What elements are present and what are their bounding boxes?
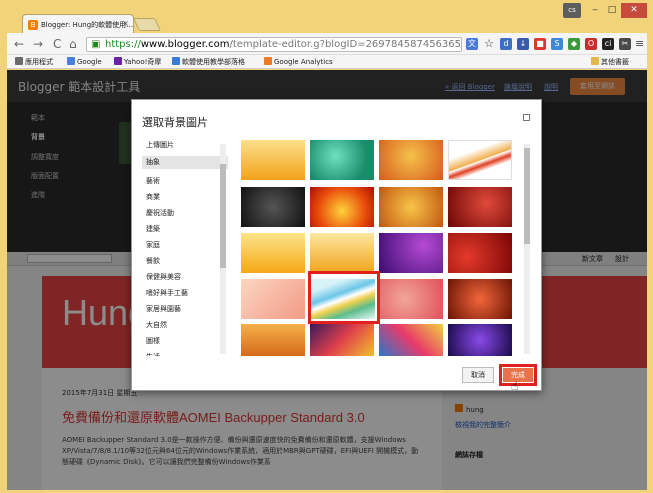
- background-thumbnail[interactable]: [310, 324, 374, 356]
- url-path: /template-editor.g?blogID=26978458745636…: [229, 39, 462, 50]
- background-thumbnail[interactable]: [448, 187, 512, 227]
- analytics-icon: [264, 57, 272, 65]
- category-health[interactable]: 保健與美容: [146, 272, 181, 282]
- extension-green-icon[interactable]: ◆: [568, 38, 580, 50]
- background-thumbnail[interactable]: [379, 140, 443, 180]
- dialog-title: 選取背景圖片: [142, 116, 208, 129]
- lock-icon: ▣: [91, 39, 101, 50]
- category-nature[interactable]: 大自然: [146, 320, 167, 330]
- background-thumbnail[interactable]: [241, 233, 305, 273]
- extension-red-icon[interactable]: ■: [534, 38, 546, 50]
- apps-icon: [15, 57, 23, 65]
- category-scroll-thumb[interactable]: [220, 164, 226, 268]
- user-badge[interactable]: cs: [563, 3, 581, 18]
- category-family[interactable]: 家庭: [146, 240, 160, 250]
- category-abstract[interactable]: 抽象: [142, 156, 228, 169]
- category-life[interactable]: 生活: [146, 352, 160, 356]
- bookmark-analytics[interactable]: Google Analytics: [264, 57, 333, 66]
- background-thumbnail[interactable]: [241, 324, 305, 356]
- menu-icon[interactable]: ≡: [635, 38, 644, 50]
- mouse-cursor-icon: ☝: [511, 379, 519, 393]
- category-upload[interactable]: 上傳圖片: [146, 140, 174, 150]
- extension-sync-icon[interactable]: S: [551, 38, 563, 50]
- image-grid-scroll-thumb[interactable]: [524, 148, 530, 244]
- background-thumbnail[interactable]: [310, 233, 374, 273]
- bookmark-google[interactable]: Google: [67, 57, 102, 66]
- url-host: www.blogger.com: [140, 39, 230, 50]
- bookmarks-bar: 應用程式 Google Yahoo!奇摩 軟體使用教學部落格 Google An…: [7, 55, 647, 69]
- cancel-button[interactable]: 取消: [462, 367, 494, 383]
- browser-tab[interactable]: B Blogger: Hung的軟體使用… ×: [22, 14, 134, 34]
- selected-thumbnail-highlight: [308, 271, 380, 324]
- category-business[interactable]: 商業: [146, 192, 160, 202]
- back-icon[interactable]: ←: [14, 38, 24, 50]
- reload-icon[interactable]: C: [53, 38, 61, 50]
- background-thumbnail[interactable]: [310, 187, 374, 227]
- bookmark-label: 軟體使用教學部落格: [182, 58, 245, 66]
- home-icon[interactable]: ⌂: [69, 38, 77, 50]
- background-image-dialog: 選取背景圖片 上傳圖片 抽象 藝術 商業 慶祝活動 建築 家庭 餐飲 保健與美容…: [131, 99, 542, 391]
- minimize-icon[interactable]: ‒: [587, 3, 603, 18]
- tab-title: Blogger: Hung的軟體使用…: [41, 21, 134, 29]
- background-thumbnail[interactable]: [310, 140, 374, 180]
- category-patterns[interactable]: 圖樣: [146, 336, 160, 346]
- blogger-icon: [172, 57, 180, 65]
- yahoo-icon: [114, 57, 122, 65]
- category-home[interactable]: 家居與園藝: [146, 304, 181, 314]
- google-icon: [67, 57, 75, 65]
- background-thumbnail[interactable]: [241, 140, 305, 180]
- dialog-maximize-icon[interactable]: [523, 114, 530, 121]
- bookmark-label: Yahoo!奇摩: [124, 58, 162, 66]
- close-window-icon[interactable]: ✕: [621, 3, 647, 18]
- extension-dictionary-icon[interactable]: d: [500, 38, 512, 50]
- background-thumbnail[interactable]: [379, 187, 443, 227]
- extension-scissors-icon[interactable]: ✂: [619, 38, 631, 50]
- category-food[interactable]: 餐飲: [146, 256, 160, 266]
- forward-icon[interactable]: →: [33, 38, 43, 50]
- extension-opera-icon[interactable]: O: [585, 38, 597, 50]
- background-thumbnail[interactable]: [379, 324, 443, 356]
- category-art[interactable]: 藝術: [146, 176, 160, 186]
- blogger-favicon-icon: B: [28, 20, 38, 30]
- bookmark-yahoo[interactable]: Yahoo!奇摩: [114, 57, 161, 67]
- background-thumbnail[interactable]: [448, 140, 512, 180]
- background-thumbnail[interactable]: [379, 233, 443, 273]
- bookmark-blog[interactable]: 軟體使用教學部落格: [172, 57, 245, 67]
- category-celebration[interactable]: 慶祝活動: [146, 208, 174, 218]
- new-tab-button[interactable]: [132, 18, 162, 31]
- close-tab-icon[interactable]: ×: [122, 19, 129, 28]
- translate-icon[interactable]: 文: [466, 38, 478, 50]
- bookmark-label: 應用程式: [25, 58, 53, 66]
- category-list: 上傳圖片 抽象 藝術 商業 慶祝活動 建築 家庭 餐飲 保健與美容 嗜好與手工藝…: [142, 138, 228, 356]
- background-thumbnail[interactable]: [241, 279, 305, 319]
- address-bar[interactable]: ▣ https://www.blogger.com/template-edito…: [86, 37, 462, 52]
- background-thumbnail[interactable]: [448, 233, 512, 273]
- url-protocol: https://: [105, 39, 141, 50]
- browser-window: B Blogger: Hung的軟體使用… × cs ‒ □ ✕ ← → C ⌂…: [0, 0, 653, 493]
- category-architecture[interactable]: 建築: [146, 224, 160, 234]
- category-hobbies[interactable]: 嗜好與手工藝: [146, 288, 188, 298]
- extension-downloader-icon[interactable]: ↓: [517, 38, 529, 50]
- bookmark-label: 其他書籤: [601, 58, 629, 66]
- other-bookmarks[interactable]: 其他書籤: [591, 57, 629, 67]
- bookmark-apps[interactable]: 應用程式: [15, 57, 53, 67]
- maximize-icon[interactable]: □: [604, 3, 620, 18]
- bookmark-star-icon[interactable]: ☆: [483, 38, 495, 50]
- background-thumbnail[interactable]: [241, 187, 305, 227]
- folder-icon: [591, 57, 599, 65]
- bookmark-label: Google: [77, 58, 102, 66]
- bookmark-label: Google Analytics: [274, 58, 333, 66]
- background-thumbnail[interactable]: [448, 324, 512, 356]
- background-thumbnail[interactable]: [379, 279, 443, 319]
- extension-ci-icon[interactable]: ci: [602, 38, 614, 50]
- background-thumbnail[interactable]: [448, 279, 512, 319]
